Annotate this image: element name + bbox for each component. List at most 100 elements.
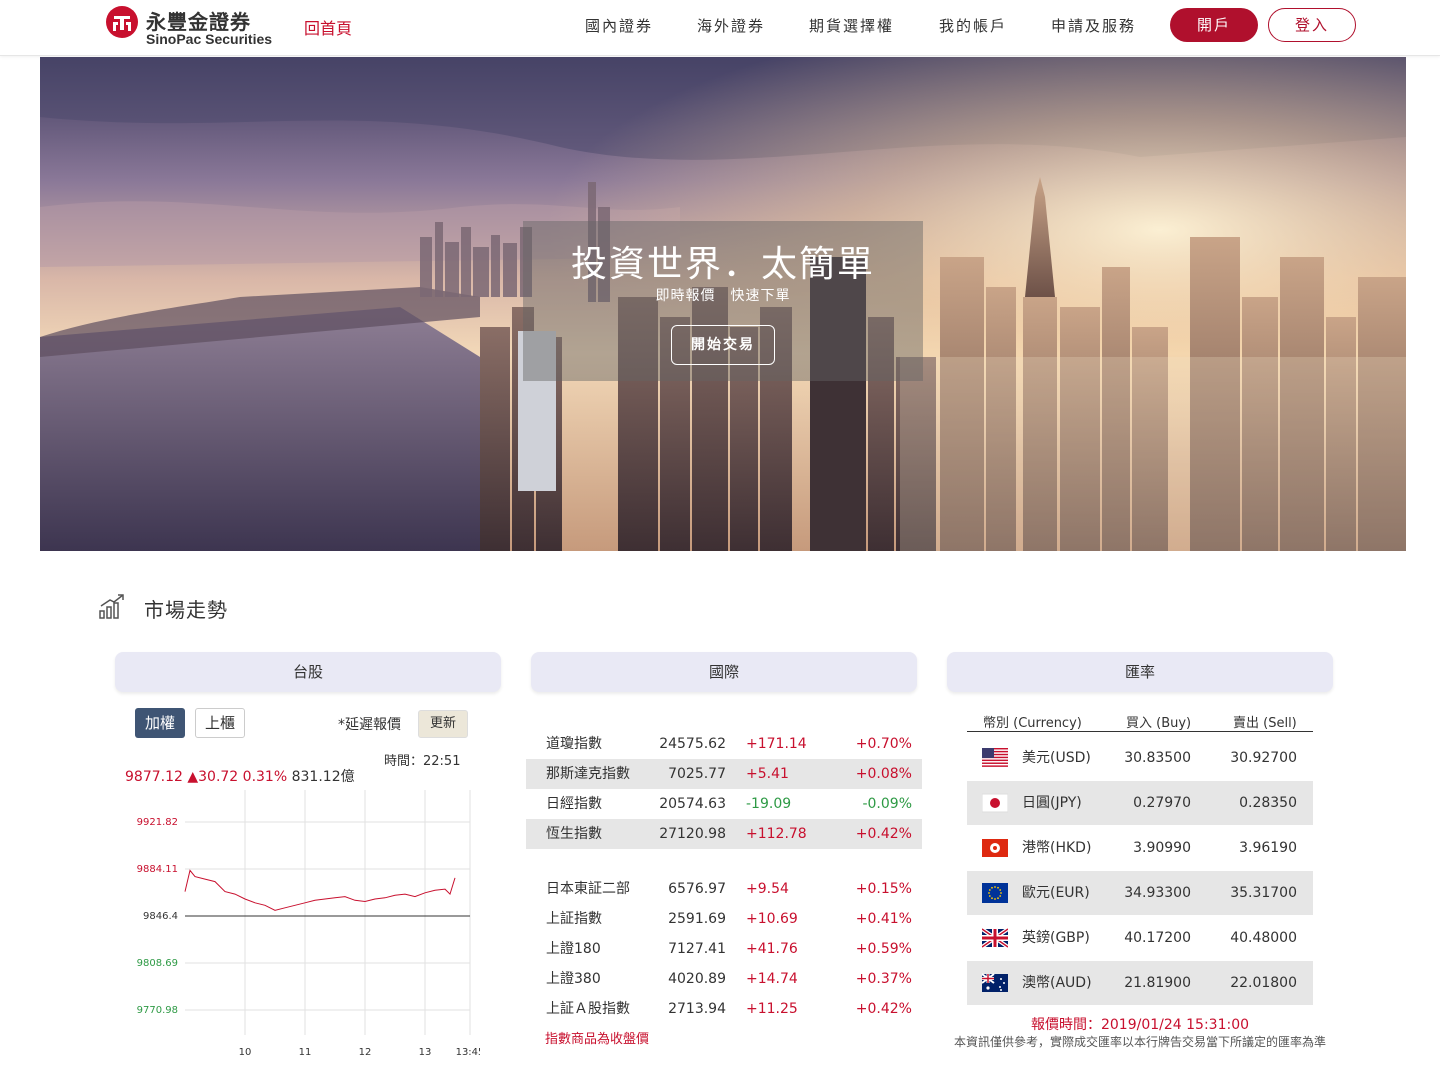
intl-index-pct: +0.42% [855, 1001, 912, 1017]
intl-index-pct: +0.41% [855, 911, 912, 927]
chart-y-tick-label: 9770.98 [137, 1005, 178, 1016]
chart-x-tick-label: 12 [359, 1047, 372, 1058]
intl-index-value: 2591.69 [668, 911, 726, 927]
intl-index-row: 上証指數 2591.69 +10.69 +0.41% [526, 904, 922, 934]
fx-sell-rate: 35.31700 [1230, 885, 1297, 901]
hero-banner: 投資世界．太簡單 即時報價 快速下單 開始交易 [40, 57, 1406, 551]
chart-x-tick-label: 10 [239, 1047, 252, 1058]
fx-currency-name: 港幣(HKD) [1022, 840, 1092, 856]
intl-index-row: 日經指數 20574.63 -19.09 -0.09% [526, 789, 922, 819]
au-flag-icon [981, 970, 1008, 996]
nav-futures-options[interactable]: 期貨選擇權 [809, 15, 894, 36]
intl-index-row: 上證180 7127.41 +41.76 +0.59% [526, 934, 922, 964]
intl-index-value: 2713.94 [668, 1001, 726, 1017]
fx-sell-rate: 0.28350 [1239, 795, 1297, 811]
intl-index-name: 恆生指數 [546, 826, 602, 842]
intl-index-value: 6576.97 [668, 881, 726, 897]
intl-index-row: 上証Ａ股指數 2713.94 +11.25 +0.42% [526, 994, 922, 1024]
intl-index-pct: +0.08% [855, 766, 912, 782]
hero-subtitle: 即時報價 快速下單 [655, 288, 791, 304]
intl-index-pct: +0.70% [855, 736, 912, 752]
nav-my-account[interactable]: 我的帳戶 [939, 15, 1007, 36]
market-section-title: 市場走勢 [144, 598, 228, 622]
intl-index-name: 道瓊指數 [546, 736, 602, 752]
fx-buy-rate: 21.81900 [1124, 975, 1191, 991]
intl-index-name: 日本東証二部 [546, 881, 630, 897]
nav-application-services[interactable]: 申請及服務 [1051, 15, 1136, 36]
panel-international-header: 國際 [531, 652, 917, 692]
fx-buy-rate: 0.27970 [1133, 795, 1191, 811]
intl-index-row: 上證380 4020.89 +14.74 +0.37% [526, 964, 922, 994]
refresh-button[interactable]: 更新 [418, 710, 468, 738]
intl-index-pct: +0.42% [855, 826, 912, 842]
intl-index-row: 日本東証二部 6576.97 +9.54 +0.15% [526, 874, 922, 904]
intl-index-name: 上證180 [546, 941, 601, 957]
panel-tw-stock-header: 台股 [115, 652, 501, 692]
fx-currency-name: 歐元(EUR) [1022, 885, 1090, 901]
tab-taiex[interactable]: 加權 [135, 708, 185, 738]
chart-x-tick-label: 13:45 [456, 1047, 480, 1058]
chart-y-tick-label: 9921.82 [137, 817, 178, 828]
intl-index-change: +171.14 [746, 736, 807, 752]
intl-index-name: 日經指數 [546, 796, 602, 812]
intl-index-change: +14.74 [746, 971, 798, 987]
fx-buy-rate: 40.17200 [1124, 930, 1191, 946]
fx-buy-rate: 3.90990 [1133, 840, 1191, 856]
fx-currency-row: 美元(USD) 30.83500 30.92700 [967, 736, 1313, 780]
fx-sell-rate: 30.92700 [1230, 750, 1297, 766]
fx-currency-name: 英鎊(GBP) [1022, 930, 1090, 946]
open-account-button[interactable]: 開戶 [1170, 8, 1258, 42]
us-flag-icon [982, 745, 1008, 771]
fx-sell-rate: 22.01800 [1230, 975, 1297, 991]
fx-currency-name: 美元(USD) [1022, 750, 1091, 766]
taiex-intraday-chart: 10 11 12 13 13:45 9921.82 9884.11 9846.4 9808.69… [137, 790, 480, 1058]
start-trading-button[interactable]: 開始交易 [671, 325, 775, 365]
chart-y-tick-label: 9846.4 [143, 911, 178, 922]
intl-index-change: +11.25 [746, 1001, 798, 1017]
top-header: 永豐金證券 SinoPac Securities 回首頁 國內證券 海外證券 期… [0, 0, 1440, 56]
fx-disclaimer: 本資訊僅供參考，實際成交匯率以本行牌告交易當下所議定的匯率為準 [953, 1035, 1326, 1049]
intl-index-value: 27120.98 [659, 826, 726, 842]
intl-index-change: +5.41 [746, 766, 789, 782]
intl-index-value: 20574.63 [659, 796, 726, 812]
hero-overlay: 投資世界．太簡單 即時報價 快速下單 開始交易 [523, 221, 923, 381]
fx-currency-row: 歐元(EUR) 34.93300 35.31700 [967, 871, 1313, 915]
fx-buy-rate: 30.83500 [1124, 750, 1191, 766]
fx-buy-rate: 34.93300 [1124, 885, 1191, 901]
intl-index-change: +10.69 [746, 911, 798, 927]
chart-y-tick-label: 9884.11 [137, 864, 178, 875]
index-close-note: 指數商品為收盤價 [545, 1032, 650, 1047]
intl-index-value: 4020.89 [668, 971, 726, 987]
intl-index-pct: -0.09% [862, 796, 912, 812]
intl-index-change: -19.09 [746, 796, 792, 812]
jp-flag-icon [981, 790, 1009, 816]
chart-series-line [184, 869, 456, 911]
intl-index-row: 道瓊指數 24575.62 +171.14 +0.70% [526, 729, 922, 759]
intl-index-change: +41.76 [746, 941, 798, 957]
fx-currency-row: 澳幣(AUD) 21.81900 22.01800 [967, 961, 1313, 1005]
fx-sell-rate: 40.48000 [1230, 930, 1297, 946]
intl-index-pct: +0.37% [855, 971, 912, 987]
intl-index-name: 上証Ａ股指數 [546, 1001, 630, 1017]
fx-table-header: 幣別 (Currency) 買入 (Buy) 賣出 (Sell) [967, 710, 1313, 732]
nav-domestic-securities[interactable]: 國內證券 [585, 15, 653, 36]
nav-overseas-securities[interactable]: 海外證券 [697, 15, 765, 36]
sinopac-logo-icon [106, 6, 138, 38]
home-link[interactable]: 回首頁 [304, 15, 352, 39]
fx-currency-name: 日圓(JPY) [1022, 795, 1082, 811]
delayed-quote-label: *延遲報價 [338, 717, 401, 733]
intl-index-name: 上證380 [546, 971, 601, 987]
intl-index-name: 那斯達克指數 [546, 766, 630, 782]
panel-fx-header: 匯率 [947, 652, 1333, 692]
intl-index-value: 24575.62 [659, 736, 726, 752]
fx-currency-row: 英鎊(GBP) 40.17200 40.48000 [967, 916, 1313, 960]
tab-otc[interactable]: 上櫃 [195, 708, 245, 738]
intl-index-pct: +0.59% [855, 941, 912, 957]
login-button[interactable]: 登入 [1268, 8, 1356, 42]
sinopac-logo[interactable]: 永豐金證券 SinoPac Securities [106, 5, 296, 49]
gb-flag-icon [980, 925, 1010, 951]
intl-index-pct: +0.15% [855, 881, 912, 897]
fx-header-buy: 買入 (Buy) [1126, 716, 1192, 731]
quote-time: 時間：22:51 [384, 754, 461, 769]
fx-header-currency: 幣別 (Currency) [983, 716, 1082, 731]
